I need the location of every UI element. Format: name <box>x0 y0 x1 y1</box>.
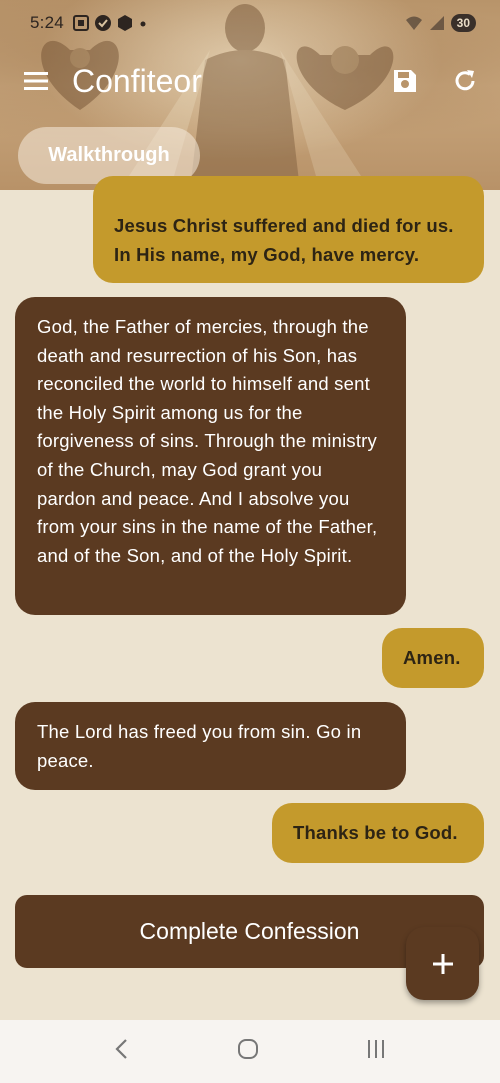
menu-icon[interactable] <box>22 70 50 92</box>
message-priest: God, the Father of mercies, through the … <box>15 297 406 615</box>
message-user: Thanks be to God. <box>272 803 484 863</box>
add-button[interactable] <box>406 927 479 1000</box>
status-time: 5:24 <box>30 13 64 32</box>
status-bar: 5:24 30 <box>30 10 476 36</box>
toolbar: Confiteor <box>22 56 478 106</box>
message-priest: The Lord has freed you from sin. Go in p… <box>15 702 406 790</box>
cube-icon <box>117 15 132 31</box>
message-user: Jesus Christ suffered and died for us. I… <box>93 176 484 283</box>
dot-icon <box>140 21 146 27</box>
header: 5:24 30 Confiteor Walkthrough <box>0 0 500 190</box>
plus-icon <box>432 953 453 974</box>
home-icon[interactable] <box>236 1037 260 1066</box>
recents-icon[interactable] <box>364 1037 388 1066</box>
signal-icon <box>429 16 444 30</box>
message-user: Amen. <box>382 628 484 688</box>
battery-icon: 30 <box>450 14 476 32</box>
back-icon[interactable] <box>112 1037 132 1066</box>
save-icon[interactable] <box>392 68 418 94</box>
page-title: Confiteor <box>72 62 202 99</box>
screenshot-icon <box>72 15 89 31</box>
system-nav-bar <box>0 1020 500 1083</box>
wifi-icon <box>405 16 422 30</box>
refresh-icon[interactable] <box>452 68 478 94</box>
check-circle-icon <box>94 15 111 31</box>
